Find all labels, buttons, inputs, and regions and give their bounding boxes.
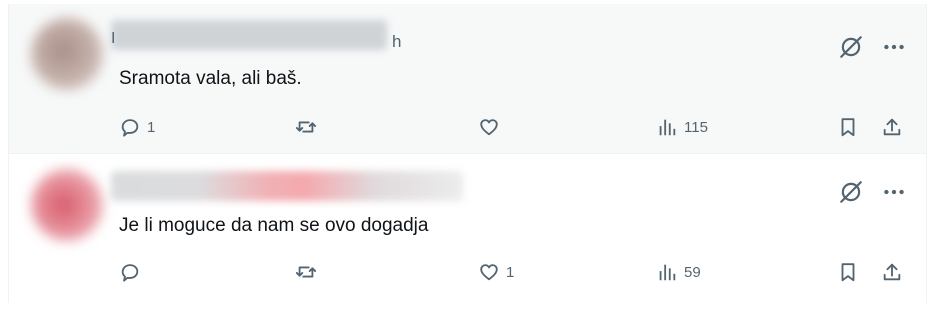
post-time[interactable]: h <box>392 32 401 52</box>
views-count: 115 <box>684 118 708 136</box>
like-icon <box>478 261 500 283</box>
bookmark-icon <box>837 116 859 138</box>
post-text: Sramota vala, ali baš. <box>119 68 302 89</box>
views-icon <box>656 261 678 283</box>
share-icon <box>881 116 903 138</box>
like-count: 1 <box>506 263 515 281</box>
author-name-initial: I <box>111 30 116 47</box>
share-button[interactable] <box>881 114 903 140</box>
views-button[interactable]: 115 <box>656 114 708 140</box>
retweet-icon <box>295 116 317 138</box>
share-button[interactable] <box>881 259 903 285</box>
share-icon <box>881 261 903 283</box>
retweet-button[interactable] <box>295 114 323 140</box>
like-icon <box>478 116 500 138</box>
reply-post[interactable]: Je li moguce da nam se ovo dogadja 1 59 <box>9 155 926 305</box>
avatar[interactable] <box>31 169 103 241</box>
more-icon[interactable] <box>881 34 907 60</box>
reply-count: 1 <box>147 118 156 136</box>
like-button[interactable]: 1 <box>478 259 514 285</box>
bookmark-button[interactable] <box>837 259 859 285</box>
retweet-icon <box>295 261 317 283</box>
author-name-blurred[interactable] <box>111 20 387 50</box>
grok-icon[interactable] <box>838 179 864 205</box>
reply-post[interactable]: I h Sramota vala, ali baš. 1 115 <box>9 4 926 154</box>
author-name-blurred[interactable] <box>111 171 463 201</box>
views-count: 59 <box>684 263 701 281</box>
reply-button[interactable]: 1 <box>119 114 155 140</box>
reply-button[interactable] <box>119 259 147 285</box>
views-button[interactable]: 59 <box>656 259 701 285</box>
grok-icon[interactable] <box>838 34 864 60</box>
reply-icon <box>119 116 141 138</box>
more-icon[interactable] <box>881 179 907 205</box>
post-text: Je li moguce da nam se ovo dogadja <box>119 215 429 236</box>
bookmark-button[interactable] <box>837 114 859 140</box>
reply-list: I h Sramota vala, ali baš. 1 115 Je li m… <box>8 4 927 305</box>
retweet-button[interactable] <box>295 259 323 285</box>
views-icon <box>656 116 678 138</box>
bookmark-icon <box>837 261 859 283</box>
reply-icon <box>119 261 141 283</box>
like-button[interactable] <box>478 114 506 140</box>
avatar[interactable] <box>31 18 103 90</box>
